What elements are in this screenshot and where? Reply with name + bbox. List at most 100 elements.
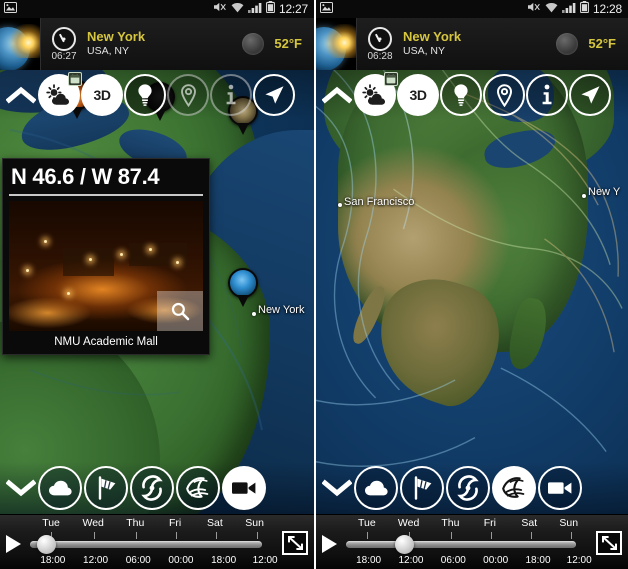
chevron-up-icon[interactable]	[320, 85, 354, 105]
city-marker-dot	[338, 203, 342, 207]
timeline-time: 12:00	[83, 555, 109, 566]
timeline-time: 18:00	[40, 555, 66, 566]
view-3d-label: 3D	[409, 87, 427, 103]
clock-face-icon	[368, 27, 392, 51]
timeline-time: 18:00	[211, 555, 237, 566]
signal-icon	[247, 0, 262, 18]
timeline-bar[interactable]: Tue Wed Thu Fri Sat Sun 18:00 12:00 06:0…	[316, 514, 628, 569]
satellite-layer-button[interactable]	[492, 466, 536, 510]
temperature-value: 52°F	[588, 36, 616, 51]
timeline-day-labels: Tue Wed Thu Fri Sat Sun	[346, 517, 578, 530]
timeline-time: 06:00	[125, 555, 151, 566]
city-header-bar[interactable]: 06:28 New York USA, NY 52°F	[316, 17, 628, 70]
local-time: 06:27	[51, 51, 77, 62]
webcam-caption: NMU Academic Mall	[54, 336, 158, 348]
timeline-slider[interactable]	[30, 532, 266, 554]
gallery-icon	[320, 0, 333, 18]
local-time: 06:28	[367, 51, 393, 62]
timeline-day: Wed	[397, 517, 420, 529]
play-icon[interactable]	[6, 535, 21, 553]
weather-layers-button[interactable]	[354, 72, 398, 116]
magnifier-icon[interactable]	[157, 291, 203, 331]
status-bar: 12:28	[316, 0, 628, 18]
timeline-time: 12:00	[398, 555, 424, 566]
chevron-down-icon[interactable]	[320, 478, 354, 498]
clock-face-icon	[52, 27, 76, 51]
expand-icon[interactable]	[282, 531, 308, 555]
webcam-layer-button[interactable]	[538, 466, 582, 510]
timeline-time: 18:00	[356, 555, 382, 566]
battery-icon	[266, 0, 275, 18]
top-toolbar: 3D	[0, 70, 314, 120]
places-button[interactable]	[167, 74, 209, 116]
timeline-ticks	[30, 532, 266, 554]
webcam-preview-image[interactable]	[9, 201, 203, 331]
timeline-thumb[interactable]	[37, 535, 57, 554]
weather-layers-button[interactable]	[38, 72, 82, 116]
chevron-up-icon[interactable]	[4, 85, 38, 105]
chevron-down-icon[interactable]	[4, 478, 38, 498]
screenshot-stage: 12:27 06:27 New York USA, NY 52°F New Yo…	[0, 0, 628, 569]
timeline-slider[interactable]	[346, 532, 580, 554]
webcam-layer-button[interactable]	[222, 466, 266, 510]
weather-condition-icon	[242, 32, 265, 55]
storm-layer-button[interactable]	[446, 466, 490, 510]
timeline-time-labels: 18:00 12:00 06:00 00:00 18:00 12:00	[342, 554, 592, 567]
timeline-day: Sat	[206, 517, 223, 529]
clouds-layer-button[interactable]	[354, 466, 398, 510]
view-3d-button[interactable]: 3D	[397, 74, 439, 116]
gallery-icon	[4, 0, 17, 18]
timeline-time: 12:00	[566, 555, 592, 566]
expand-icon[interactable]	[596, 531, 622, 555]
timeline-day: Thu	[441, 517, 460, 529]
status-clock: 12:28	[592, 2, 622, 16]
clouds-layer-button[interactable]	[38, 466, 82, 510]
lights-button[interactable]	[124, 74, 166, 116]
temperature-value: 52°F	[274, 36, 302, 51]
earth-thumbnail[interactable]	[0, 17, 40, 70]
city-region: USA, NY	[87, 45, 130, 57]
city-card[interactable]: 06:27 New York USA, NY 52°F	[40, 17, 314, 70]
navigate-button[interactable]	[569, 74, 611, 116]
city-name: New York	[87, 29, 146, 44]
info-button[interactable]	[210, 74, 252, 116]
city-name: New York	[403, 29, 462, 44]
timeline-time: 00:00	[483, 555, 509, 566]
wind-layer-button[interactable]	[84, 466, 128, 510]
timeline-thumb[interactable]	[395, 535, 415, 554]
city-marker-dot	[582, 194, 586, 198]
info-button[interactable]	[526, 74, 568, 116]
calendar-badge-icon	[384, 72, 398, 86]
timeline-bar[interactable]: Tue Wed Thu Fri Sat Sun 18:00 12:00 06:0…	[0, 514, 314, 569]
local-clock: 06:28	[357, 25, 403, 62]
timeline-day: Thu	[126, 517, 145, 529]
view-3d-button[interactable]: 3D	[81, 74, 123, 116]
phone-panel-right: 12:28 06:28 New York USA, NY 52°F San Fr…	[314, 0, 628, 569]
satellite-layer-button[interactable]	[176, 466, 220, 510]
view-3d-label: 3D	[93, 87, 111, 103]
play-icon[interactable]	[322, 535, 337, 553]
local-clock: 06:27	[41, 25, 87, 62]
popup-divider	[9, 194, 203, 196]
timeline-time: 00:00	[168, 555, 194, 566]
city-card[interactable]: 06:28 New York USA, NY 52°F	[356, 17, 628, 70]
webcam-detail-popup[interactable]: N 46.6 / W 87.4 NMU Academic Mall	[2, 158, 210, 355]
webcam-pin-blue[interactable]	[228, 268, 258, 307]
weather-condition-icon	[556, 32, 579, 55]
wind-layer-button[interactable]	[400, 466, 444, 510]
timeline-time: 06:00	[440, 555, 466, 566]
timeline-time: 12:00	[252, 555, 278, 566]
timeline-day: Tue	[358, 517, 376, 529]
bottom-toolbar	[0, 462, 314, 514]
lights-button[interactable]	[440, 74, 482, 116]
timeline-time: 18:00	[525, 555, 551, 566]
city-marker-dot	[252, 312, 256, 316]
signal-icon	[561, 0, 576, 18]
earth-thumbnail[interactable]	[316, 17, 356, 70]
bottom-toolbar	[316, 462, 628, 514]
storm-layer-button[interactable]	[130, 466, 174, 510]
mute-icon	[213, 0, 227, 18]
navigate-button[interactable]	[253, 74, 295, 116]
places-button[interactable]	[483, 74, 525, 116]
city-header-bar[interactable]: 06:27 New York USA, NY 52°F	[0, 17, 314, 70]
